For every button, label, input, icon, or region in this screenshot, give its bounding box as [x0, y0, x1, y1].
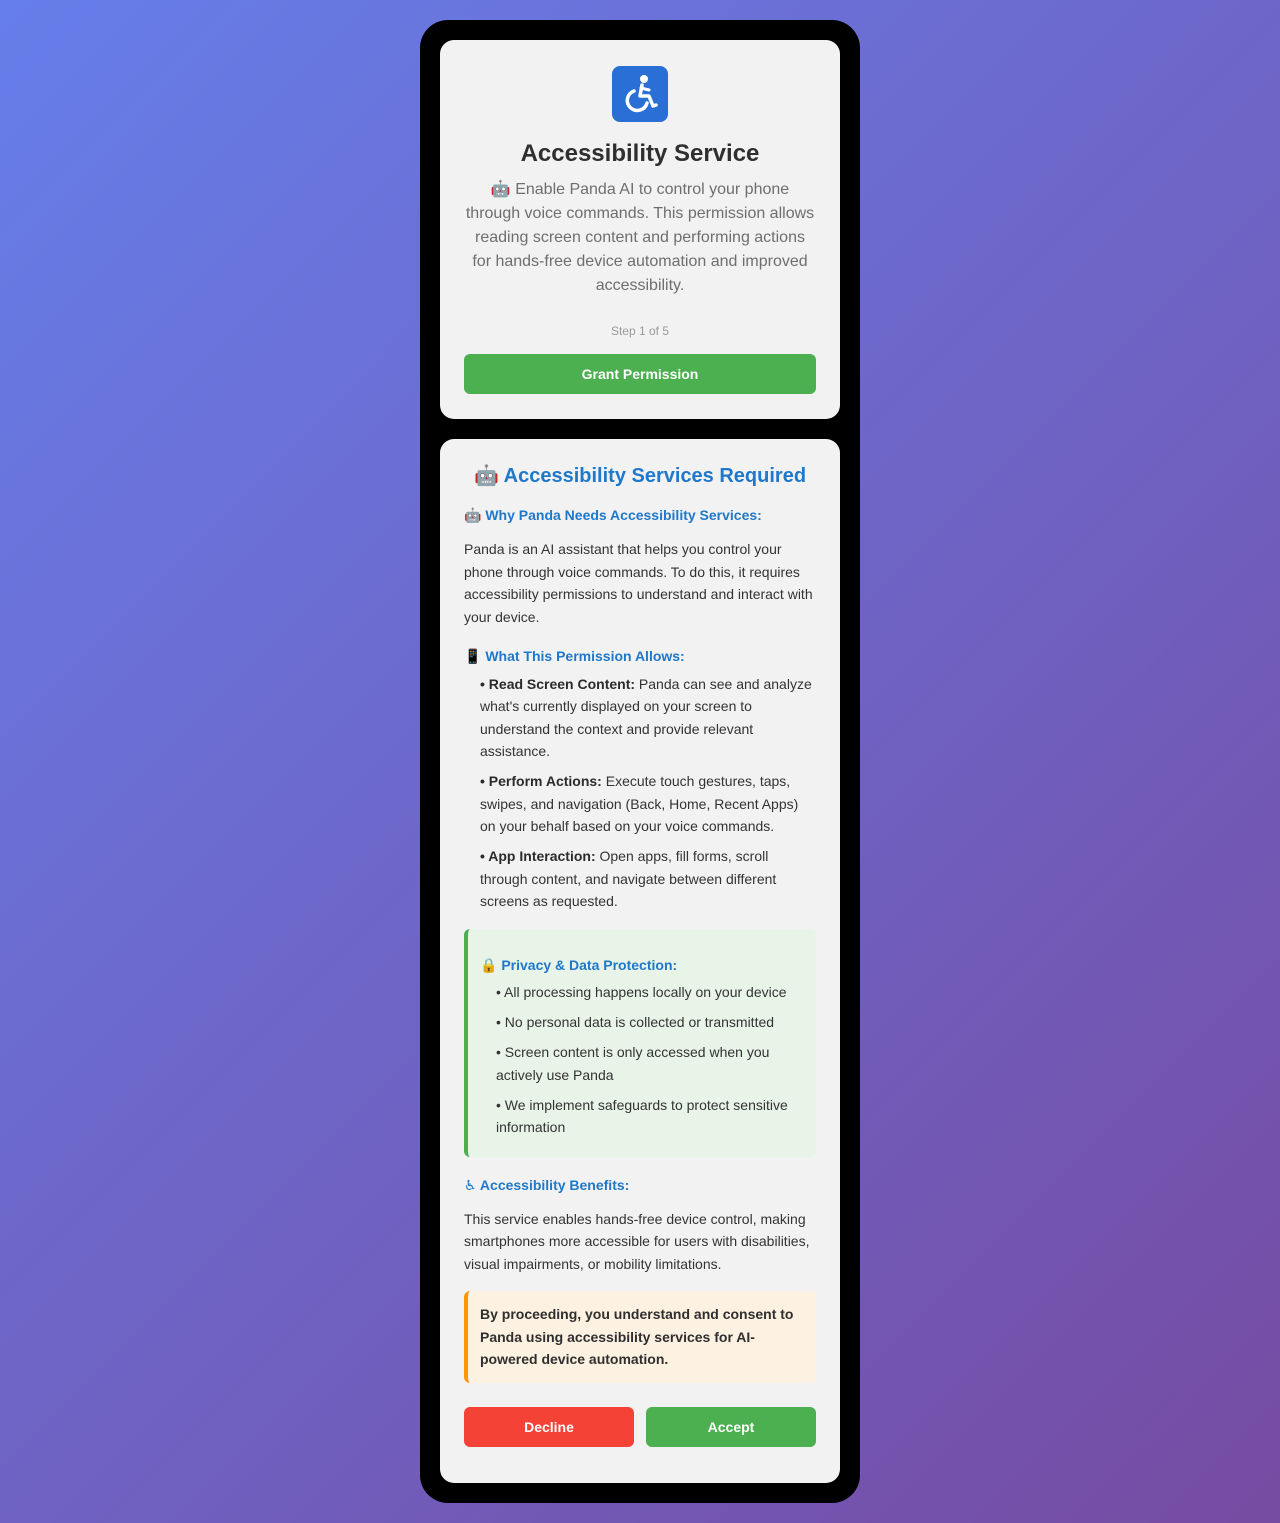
item-label: • Perform Actions: — [480, 773, 602, 789]
privacy-box: 🔒 Privacy & Data Protection: • All proce… — [464, 928, 816, 1157]
benefits-heading: ♿ Accessibility Benefits: — [464, 1176, 630, 1193]
step-indicator: Step 1 of 5 — [610, 324, 670, 338]
phone-frame: Accessibility Service 🤖 Enable Panda AI … — [420, 20, 860, 1503]
accept-button[interactable]: Accept — [646, 1406, 816, 1447]
list-item: • We implement safeguards to protect sen… — [496, 1096, 788, 1136]
list-item: • App Interaction: Open apps, fill forms… — [480, 845, 816, 913]
item-label: • Read Screen Content: — [480, 675, 636, 692]
consent-notice: By proceeding, you understand and consen… — [464, 1291, 816, 1383]
benefits-text: This service enables hands-free device c… — [464, 1210, 810, 1272]
list-item: • Screen content is only accessed when y… — [496, 1044, 770, 1083]
item-label: • App Interaction: — [480, 848, 596, 864]
privacy-list: • All processing happens locally on your… — [480, 981, 800, 1139]
list-item: • Read Screen Content: Panda can see and… — [480, 673, 816, 763]
permission-description: 🤖 Enable Panda AI to control your phone … — [465, 181, 815, 294]
info-title: 🤖 Accessibility Services Required — [473, 465, 807, 487]
privacy-heading: 🔒 Privacy & Data Protection: — [480, 956, 678, 973]
allows-list: • Read Screen Content: Panda can see and… — [464, 673, 816, 913]
decline-button[interactable]: Decline — [464, 1406, 634, 1447]
why-heading: 🤖 Why Panda Needs Accessibility Services… — [464, 507, 762, 523]
list-item: • Perform Actions: Execute touch gesture… — [480, 770, 816, 838]
why-text: Panda is an AI assistant that helps you … — [464, 541, 813, 625]
info-card: 🤖 Accessibility Services Required 🤖 Why … — [440, 439, 840, 1483]
permission-title: Accessibility Service — [520, 140, 760, 167]
list-item: • No personal data is collected or trans… — [496, 1014, 775, 1030]
list-item: • All processing happens locally on your… — [496, 984, 787, 1000]
action-buttons: Decline Accept — [464, 1406, 816, 1447]
grant-permission-button[interactable]: Grant Permission — [464, 354, 816, 394]
allows-heading: 📱 What This Permission Allows: — [464, 648, 685, 664]
permission-card: Accessibility Service 🤖 Enable Panda AI … — [440, 40, 840, 419]
wheelchair-icon — [612, 66, 668, 122]
